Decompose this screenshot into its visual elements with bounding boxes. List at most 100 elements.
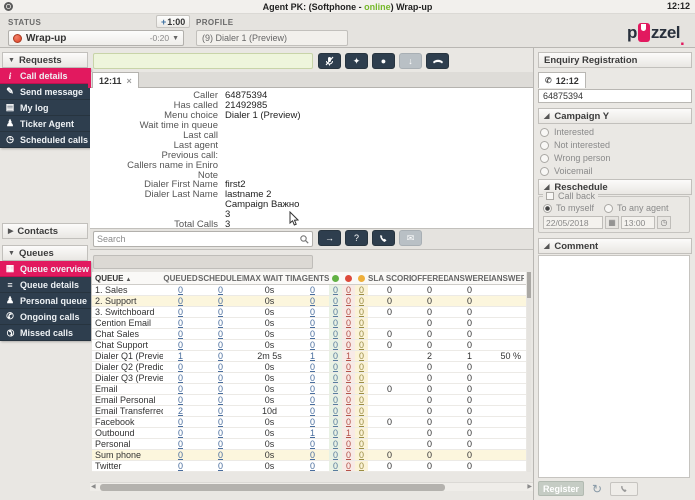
record-button[interactable]: ● [372,53,395,69]
scheduled-cell-link[interactable]: 0 [218,395,223,405]
queue-filter-input[interactable] [93,255,313,269]
scheduled-cell-link[interactable]: 0 [218,450,223,460]
scheduled-cell-link[interactable]: 0 [218,406,223,416]
campaign-option-not-interested[interactable]: Not interested [540,139,610,151]
yellow-status-cell-link[interactable]: 0 [359,318,364,328]
email-contact-button[interactable]: ✉ [399,230,422,246]
refresh-icon[interactable]: ↻ [592,482,602,496]
call-tab[interactable]: 12:11 × [92,72,139,88]
green-status-cell-link[interactable]: 0 [333,318,338,328]
register-button[interactable]: Register [538,481,584,496]
sidebar-item-scheduled-calls[interactable]: ◷Scheduled calls [0,132,91,148]
agents-cell-link[interactable]: 0 [310,296,315,306]
green-status-cell-link[interactable]: 0 [333,384,338,394]
column-header-red-dot[interactable] [342,272,355,284]
yellow-status-cell-link[interactable]: 0 [359,329,364,339]
green-status-cell-link[interactable]: 0 [333,307,338,317]
queues-panel-header[interactable]: ▼ Queues [2,245,88,261]
yellow-status-cell-link[interactable]: 0 [359,296,364,306]
queued-cell-link[interactable]: 0 [178,384,183,394]
yellow-status-cell-link[interactable]: 0 [359,340,364,350]
column-header-scheduled[interactable]: SCHEDULED [198,272,243,284]
radio-icon[interactable] [540,128,549,137]
red-status-cell-link[interactable]: 0 [346,340,351,350]
scheduled-cell-link[interactable]: 0 [218,285,223,295]
search-input[interactable] [97,232,292,246]
campaign-option-wrong-person[interactable]: Wrong person [540,152,610,164]
column-header-green-dot[interactable] [329,272,342,284]
red-status-cell-link[interactable]: 0 [346,285,351,295]
sidebar-item-missed-calls[interactable]: ✆Missed calls [0,325,91,341]
status-dropdown[interactable]: Wrap-up -0:20 ▼ [8,30,184,46]
scheduled-cell-link[interactable]: 0 [218,329,223,339]
scheduled-cell-link[interactable]: 0 [218,362,223,372]
green-status-cell-link[interactable]: 0 [333,406,338,416]
agents-cell-link[interactable]: 0 [310,362,315,372]
column-header-max-wait-time[interactable]: MAX WAIT TIME [243,272,296,284]
scheduled-cell-link[interactable]: 0 [218,307,223,317]
queued-cell-link[interactable]: 0 [178,318,183,328]
agents-cell-link[interactable]: 0 [310,384,315,394]
agents-cell-link[interactable]: 1 [310,428,315,438]
queued-cell-link[interactable]: 0 [178,461,183,471]
queued-cell-link[interactable]: 0 [178,329,183,339]
queued-cell-link[interactable]: 0 [178,450,183,460]
green-status-cell-link[interactable]: 0 [333,450,338,460]
queued-cell-link[interactable]: 0 [178,362,183,372]
campaign-section-header[interactable]: ◢ Campaign Y [538,108,692,124]
red-status-cell-link[interactable]: 0 [346,395,351,405]
yellow-status-cell-link[interactable]: 0 [359,373,364,383]
column-header-sla-score[interactable]: SLA SCORE [368,272,411,284]
agents-cell-link[interactable]: 0 [310,373,315,383]
red-status-cell-link[interactable]: 0 [346,439,351,449]
yellow-status-cell-link[interactable]: 0 [359,406,364,416]
scheduled-cell-link[interactable]: 0 [218,384,223,394]
agents-cell-link[interactable]: 0 [310,417,315,427]
dialpad-button[interactable]: ✦ [345,53,368,69]
call-note-input[interactable] [93,53,313,69]
table-horizontal-scrollbar[interactable]: ◀ ▶ [90,482,533,491]
help-button[interactable]: ? [345,230,368,246]
scheduled-cell-link[interactable]: 0 [218,351,223,361]
close-tab-icon[interactable]: × [127,76,132,86]
comment-textarea[interactable] [538,255,690,478]
red-status-cell-link[interactable]: 0 [346,362,351,372]
mute-microphone-button[interactable] [318,53,341,69]
campaign-option-voicemail[interactable]: Voicemail [540,165,593,177]
campaign-option-interested[interactable]: Interested [540,126,594,138]
red-status-cell-link[interactable]: 0 [346,461,351,471]
hangup-button[interactable] [426,53,449,69]
agents-cell-link[interactable]: 0 [310,285,315,295]
red-status-cell-link[interactable]: 0 [346,307,351,317]
red-status-cell-link[interactable]: 0 [346,406,351,416]
red-status-cell-link[interactable]: 0 [346,373,351,383]
queued-cell-link[interactable]: 0 [178,307,183,317]
yellow-status-cell-link[interactable]: 0 [359,428,364,438]
requests-panel-header[interactable]: ▼ Requests [2,52,88,68]
scrollbar-thumb[interactable] [100,484,445,491]
clock-icon[interactable]: ◷ [657,216,671,229]
radio-selected-icon[interactable] [543,204,552,213]
sidebar-item-call-details[interactable]: iCall details [0,68,91,84]
call-contact-button[interactable] [372,230,395,246]
queued-cell-link[interactable]: 0 [178,340,183,350]
callback-date-input[interactable] [543,216,603,229]
scroll-left-icon[interactable]: ◀ [91,483,96,492]
green-status-cell-link[interactable]: 0 [333,351,338,361]
enquiry-number-input[interactable] [538,89,692,103]
agents-cell-link[interactable]: 0 [310,450,315,460]
queued-cell-link[interactable]: 0 [178,417,183,427]
green-status-cell-link[interactable]: 0 [333,296,338,306]
agents-cell-link[interactable]: 0 [310,307,315,317]
sidebar-item-ongoing-calls[interactable]: ✆Ongoing calls [0,309,91,325]
yellow-status-cell-link[interactable]: 0 [359,351,364,361]
table-vertical-scrollbar[interactable] [527,272,531,472]
scheduled-cell-link[interactable]: 0 [218,439,223,449]
comment-section-header[interactable]: ◢ Comment [538,238,692,254]
queued-cell-link[interactable]: 0 [178,395,183,405]
queued-cell-link[interactable]: 0 [178,428,183,438]
sidebar-item-queue-overview[interactable]: ▦Queue overview [0,261,91,277]
agents-cell-link[interactable]: 0 [310,439,315,449]
sidebar-item-send-message[interactable]: ✎Send message [0,84,91,100]
green-status-cell-link[interactable]: 0 [333,428,338,438]
